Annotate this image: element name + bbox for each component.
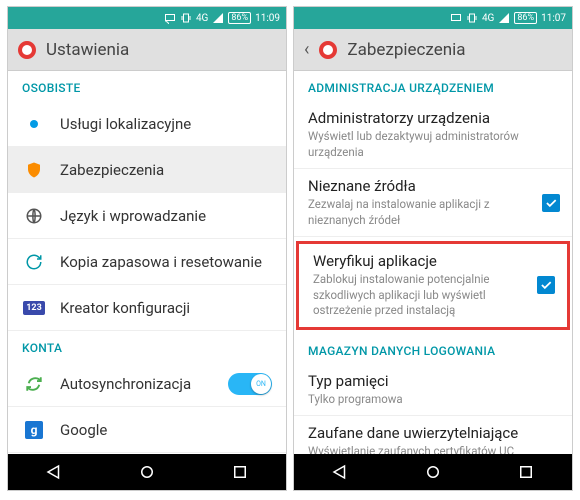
- checkbox-weryfikuj[interactable]: [537, 276, 555, 294]
- item-subtitle: Wyświetlanie zaufanych certyfikatów UC: [308, 444, 558, 454]
- wizard-icon: 123: [22, 301, 46, 315]
- network-label: 4G: [196, 13, 208, 24]
- item-autosync[interactable]: Autosynchronizacja ON: [8, 361, 286, 407]
- item-zaufane[interactable]: Zaufane dane uwierzytelniające Wyświetla…: [294, 416, 572, 454]
- nav-home[interactable]: [422, 461, 444, 483]
- nav-recent[interactable]: [229, 461, 251, 483]
- item-kreator[interactable]: 123 Kreator konfiguracji: [8, 285, 286, 331]
- nav-home[interactable]: [136, 461, 158, 483]
- item-google[interactable]: g Google: [8, 407, 286, 453]
- location-icon: [22, 116, 46, 132]
- section-osobiste: OSOBISTE: [8, 71, 286, 101]
- language-icon: [22, 207, 46, 225]
- google-icon: g: [22, 421, 46, 439]
- security-list[interactable]: ADMINISTRACJA URZĄDZENIEM Administratorz…: [294, 71, 572, 454]
- item-label: Usługi lokalizacyjne: [60, 115, 191, 133]
- item-label: Autosynchronizacja: [60, 375, 191, 393]
- network-label: 4G: [482, 13, 494, 24]
- item-label: Kreator konfiguracji: [60, 299, 190, 317]
- item-title: Typ pamięci: [308, 372, 558, 390]
- security-icon: [22, 161, 46, 179]
- vibrate-icon: [466, 12, 478, 24]
- clock-label: 11:09: [255, 13, 280, 24]
- section-admin: ADMINISTRACJA URZĄDZENIEM: [294, 71, 572, 101]
- item-nieznane[interactable]: Nieznane źródła Zezwalaj na instalowanie…: [294, 169, 572, 237]
- item-title: Weryfikuj aplikacje: [313, 252, 553, 270]
- item-label: Kopia zapasowa i resetowanie: [60, 253, 262, 271]
- section-magazyn: MAGAZYN DANYCH LOGOWANIA: [294, 334, 572, 364]
- app-header: Ustawienia: [8, 29, 286, 71]
- nav-back[interactable]: [329, 461, 351, 483]
- item-admin[interactable]: Administratorzy urządzenia Wyświetl lub …: [294, 101, 572, 169]
- phone-right: 4G 86% 11:07 ‹ Zabezpieczenia ADMINISTRA…: [293, 6, 573, 491]
- header-title: Ustawienia: [46, 40, 129, 60]
- item-jezyk[interactable]: Język i wprowadzanie: [8, 193, 286, 239]
- app-logo-icon: [319, 41, 337, 59]
- signal-icon: [498, 12, 510, 24]
- app-logo-icon: [18, 41, 36, 59]
- vibrate-icon: [180, 12, 192, 24]
- back-button[interactable]: ‹: [304, 39, 309, 60]
- item-subtitle: Zezwalaj na instalowanie aplikacji z nie…: [308, 197, 558, 228]
- cast-icon: [450, 12, 462, 24]
- item-label: Google: [60, 421, 107, 439]
- item-weryfikuj[interactable]: Weryfikuj aplikacje Zablokuj instalowani…: [299, 244, 567, 327]
- signal-icon: [212, 12, 224, 24]
- battery-label: 86%: [228, 12, 251, 24]
- item-subtitle: Tylko programowa: [308, 392, 558, 408]
- nav-recent[interactable]: [515, 461, 537, 483]
- nav-bar: [294, 454, 572, 490]
- sync-icon: [22, 375, 46, 393]
- nav-bar: [8, 454, 286, 490]
- backup-icon: [22, 253, 46, 271]
- settings-list[interactable]: OSOBISTE Usługi lokalizacyjne Zabezpiecz…: [8, 71, 286, 454]
- status-bar: 4G 86% 11:07: [294, 7, 572, 29]
- item-subtitle: Wyświetl lub dezaktywuj administratorów …: [308, 129, 558, 160]
- item-title: Administratorzy urządzenia: [308, 109, 558, 127]
- section-konta: KONTA: [8, 331, 286, 361]
- autosync-toggle[interactable]: ON: [228, 373, 272, 395]
- cast-icon: [164, 12, 176, 24]
- item-label: Zabezpieczenia: [60, 161, 164, 179]
- item-lokalizacja[interactable]: Usługi lokalizacyjne: [8, 101, 286, 147]
- nav-back[interactable]: [43, 461, 65, 483]
- item-title: Nieznane źródła: [308, 177, 558, 195]
- status-bar: 4G 86% 11:09: [8, 7, 286, 29]
- battery-label: 86%: [514, 12, 537, 24]
- toggle-knob: ON: [251, 374, 271, 394]
- clock-label: 11:07: [541, 13, 566, 24]
- app-header: ‹ Zabezpieczenia: [294, 29, 572, 71]
- header-title: Zabezpieczenia: [347, 40, 465, 60]
- checkbox-nieznane[interactable]: [542, 194, 560, 212]
- item-subtitle: Zablokuj instalowanie potencjalnie szkod…: [313, 272, 553, 319]
- item-zabezpieczenia[interactable]: Zabezpieczenia: [8, 147, 286, 193]
- phone-left: 4G 86% 11:09 Ustawienia OSOBISTE Usługi …: [7, 6, 287, 491]
- highlighted-item: Weryfikuj aplikacje Zablokuj instalowani…: [296, 241, 570, 330]
- item-title: Zaufane dane uwierzytelniające: [308, 424, 558, 442]
- item-kopia[interactable]: Kopia zapasowa i resetowanie: [8, 239, 286, 285]
- item-typ-pamieci[interactable]: Typ pamięci Tylko programowa: [294, 364, 572, 417]
- item-label: Język i wprowadzanie: [60, 207, 206, 225]
